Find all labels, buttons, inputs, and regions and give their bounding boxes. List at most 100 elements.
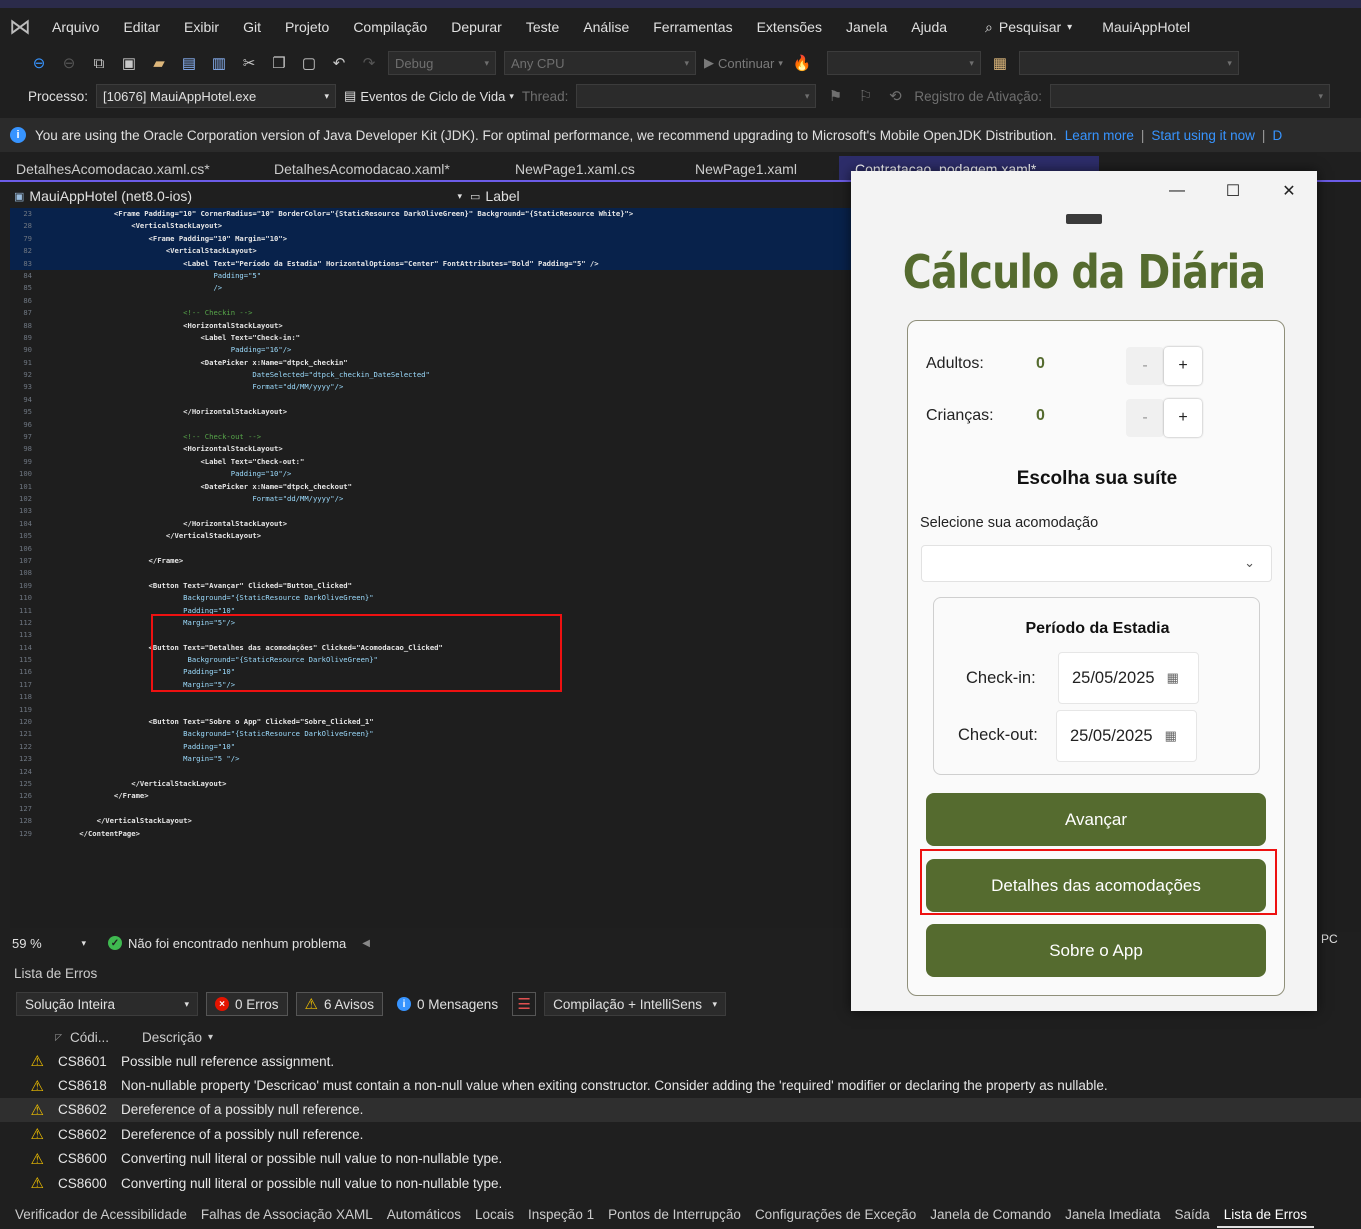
tab-detalhes-xaml[interactable]: DetalhesAcomodacao.xaml*	[258, 156, 499, 180]
thread-select[interactable]: ▾	[576, 84, 817, 108]
error-list-row[interactable]: ⚠ CS8601 Possible null reference assignmen…	[0, 1049, 1361, 1073]
menu-analise[interactable]: Análise	[571, 19, 641, 35]
tool-window-tab[interactable]: Saída	[1167, 1207, 1216, 1222]
menu-compilacao[interactable]: Compilação	[341, 19, 439, 35]
menu-editar[interactable]: Editar	[111, 19, 172, 35]
tool-window-tab[interactable]: Configurações de Exceção	[748, 1207, 923, 1222]
tool-window-tab[interactable]: Lista de Erros	[1216, 1207, 1315, 1228]
code-line[interactable]: 119	[10, 704, 851, 716]
code-line[interactable]: 105 </VerticalStackLayout>	[10, 530, 851, 542]
error-list-row[interactable]: ⚠ CS8602 Dereference of a possibly null re…	[0, 1097, 1361, 1123]
code-line[interactable]: 109 <Button Text="Avançar" Clicked="Butt…	[10, 580, 851, 592]
code-line[interactable]: 84 Padding="5"	[10, 270, 851, 282]
hot-reload-icon[interactable]: 🔥	[791, 52, 813, 74]
errors-filter-button[interactable]: × 0 Erros	[206, 992, 288, 1016]
code-line[interactable]: 110 Background="{StaticResource DarkOliv…	[10, 592, 851, 604]
children-minus-button[interactable]: -	[1126, 399, 1164, 437]
tool-window-tab[interactable]: Janela Imediata	[1058, 1207, 1167, 1222]
code-line[interactable]: 121 Background="{StaticResource DarkOliv…	[10, 728, 851, 740]
flag-threads-icon[interactable]: ⚐	[854, 85, 876, 107]
code-line[interactable]: 98 <HorizontalStackLayout>	[10, 443, 851, 455]
menu-depurar[interactable]: Depurar	[439, 19, 514, 35]
code-line[interactable]: 120 <Button Text="Sobre o App" Clicked="…	[10, 716, 851, 728]
checkin-date-picker[interactable]: 25/05/2025 ▦	[1058, 652, 1199, 704]
xaml-code-editor[interactable]: 23 <Frame Padding="10" CornerRadius="10"…	[10, 208, 851, 928]
checkout-date-picker[interactable]: 25/05/2025 ▦	[1056, 710, 1197, 762]
code-line[interactable]: 93 Format="dd/MM/yyyy"/>	[10, 381, 851, 393]
menu-projeto[interactable]: Projeto	[273, 19, 341, 35]
menu-extensoes[interactable]: Extensões	[745, 19, 834, 35]
scope-select[interactable]: Solução Inteira ▾	[16, 992, 198, 1016]
code-line[interactable]: 97 <!-- Check-out -->	[10, 431, 851, 443]
children-plus-button[interactable]: +	[1164, 399, 1202, 437]
column-description[interactable]: Descrição	[142, 1030, 202, 1045]
continue-button[interactable]: ▶ Continuar ▾	[704, 55, 783, 71]
zoom-select[interactable]: 59 % ▾	[0, 936, 96, 951]
next-button[interactable]: Avançar	[926, 793, 1266, 846]
code-line[interactable]: 94	[10, 394, 851, 406]
close-icon[interactable]: ✕	[1261, 171, 1317, 211]
warnings-filter-button[interactable]: ⚠ 6 Avisos	[295, 992, 384, 1016]
code-line[interactable]: 127	[10, 803, 851, 815]
code-line[interactable]: 87 <!-- Checkin -->	[10, 307, 851, 319]
code-line[interactable]: 91 <DatePicker x:Name="dtpck_checkin"	[10, 357, 851, 369]
code-line[interactable]: 128 </VerticalStackLayout>	[10, 815, 851, 827]
paste-icon[interactable]: ▢	[298, 52, 320, 74]
code-line[interactable]: 86	[10, 295, 851, 307]
redo-icon[interactable]: ↷	[358, 52, 380, 74]
process-select[interactable]: [10676] MauiAppHotel.exe ▾	[96, 84, 337, 108]
code-line[interactable]: 90 Padding="16"/>	[10, 344, 851, 356]
menu-janela[interactable]: Janela	[834, 19, 899, 35]
code-line[interactable]: 96	[10, 419, 851, 431]
code-line[interactable]: 108	[10, 567, 851, 579]
filter-list-icon[interactable]: ☰	[512, 992, 537, 1016]
code-line[interactable]: 122 Padding="10"	[10, 741, 851, 753]
code-line[interactable]: 99 <Label Text="Check-out:"	[10, 456, 851, 468]
tool-window-tab[interactable]: Pontos de Interrupção	[601, 1207, 748, 1222]
tool-window-tab[interactable]: Falhas de Associação XAML	[194, 1207, 380, 1222]
code-line[interactable]: 107 </Frame>	[10, 555, 851, 567]
new-item-icon[interactable]: ▣	[118, 52, 140, 74]
platform-select[interactable]: Any CPU ▾	[504, 51, 696, 75]
tab-newpage1-xaml[interactable]: NewPage1.xaml	[679, 156, 839, 180]
cut-icon[interactable]: ✂	[238, 52, 260, 74]
menu-exibir[interactable]: Exibir	[172, 19, 231, 35]
save-all-icon[interactable]: ▥	[208, 52, 230, 74]
tool-window-tab[interactable]: Verificador de Acessibilidade	[8, 1207, 194, 1222]
code-line[interactable]: 85 />	[10, 282, 851, 294]
search-box[interactable]: ⌕ Pesquisar ▾	[973, 19, 1084, 36]
column-code[interactable]: Códi...	[70, 1030, 130, 1045]
code-line[interactable]: 118	[10, 691, 851, 703]
scroll-left-icon[interactable]: ◀	[362, 938, 370, 949]
extra-select[interactable]: ▾	[1018, 51, 1239, 75]
error-list-row[interactable]: ⚠ CS8602 Dereference of a possibly null re…	[0, 1122, 1361, 1146]
messages-filter-button[interactable]: i 0 Mensagens	[391, 997, 504, 1012]
back-icon[interactable]: ⊖	[28, 52, 50, 74]
save-icon[interactable]: ▤	[178, 52, 200, 74]
code-line[interactable]: 101 <DatePicker x:Name="dtpck_checkout"	[10, 481, 851, 493]
code-line[interactable]: 89 <Label Text="Check-in:"	[10, 332, 851, 344]
code-line[interactable]: 126 </Frame>	[10, 790, 851, 802]
accommodation-picker[interactable]: ⌄	[921, 545, 1272, 582]
code-line[interactable]: 102 Format="dd/MM/yyyy"/>	[10, 493, 851, 505]
code-line[interactable]: 125 </VerticalStackLayout>	[10, 778, 851, 790]
configuration-select[interactable]: Debug ▾	[388, 51, 496, 75]
tab-detalhes-xaml-cs[interactable]: DetalhesAcomodacao.xaml.cs*	[0, 156, 258, 180]
menu-git[interactable]: Git	[231, 19, 273, 35]
tool-window-tab[interactable]: Inspeção 1	[521, 1207, 601, 1222]
menu-arquivo[interactable]: Arquivo	[40, 19, 111, 35]
tool-window-tab[interactable]: Automáticos	[380, 1207, 468, 1222]
menu-ferramentas[interactable]: Ferramentas	[641, 19, 744, 35]
code-line[interactable]: 88 <HorizontalStackLayout>	[10, 320, 851, 332]
error-list-row[interactable]: ⚠ CS8618 Non-nullable property 'Descricao'…	[0, 1073, 1361, 1097]
adults-plus-button[interactable]: +	[1164, 347, 1202, 385]
about-app-button[interactable]: Sobre o App	[926, 924, 1266, 977]
copy-icon[interactable]: ❐	[268, 52, 290, 74]
code-line[interactable]: 23 <Frame Padding="10" CornerRadius="10"…	[10, 208, 851, 221]
menu-teste[interactable]: Teste	[514, 19, 571, 35]
error-list-row[interactable]: ⚠ CS8600 Converting null literal or possib…	[0, 1171, 1361, 1195]
dismiss-link[interactable]: D	[1272, 128, 1282, 143]
lifecycle-events-button[interactable]: ▤ Eventos de Ciclo de Vida ▾	[344, 88, 514, 104]
code-line[interactable]: 92 DateSelected="dtpck_checkin_DateSelec…	[10, 369, 851, 381]
tab-newpage1-xaml-cs[interactable]: NewPage1.xaml.cs	[499, 156, 679, 180]
